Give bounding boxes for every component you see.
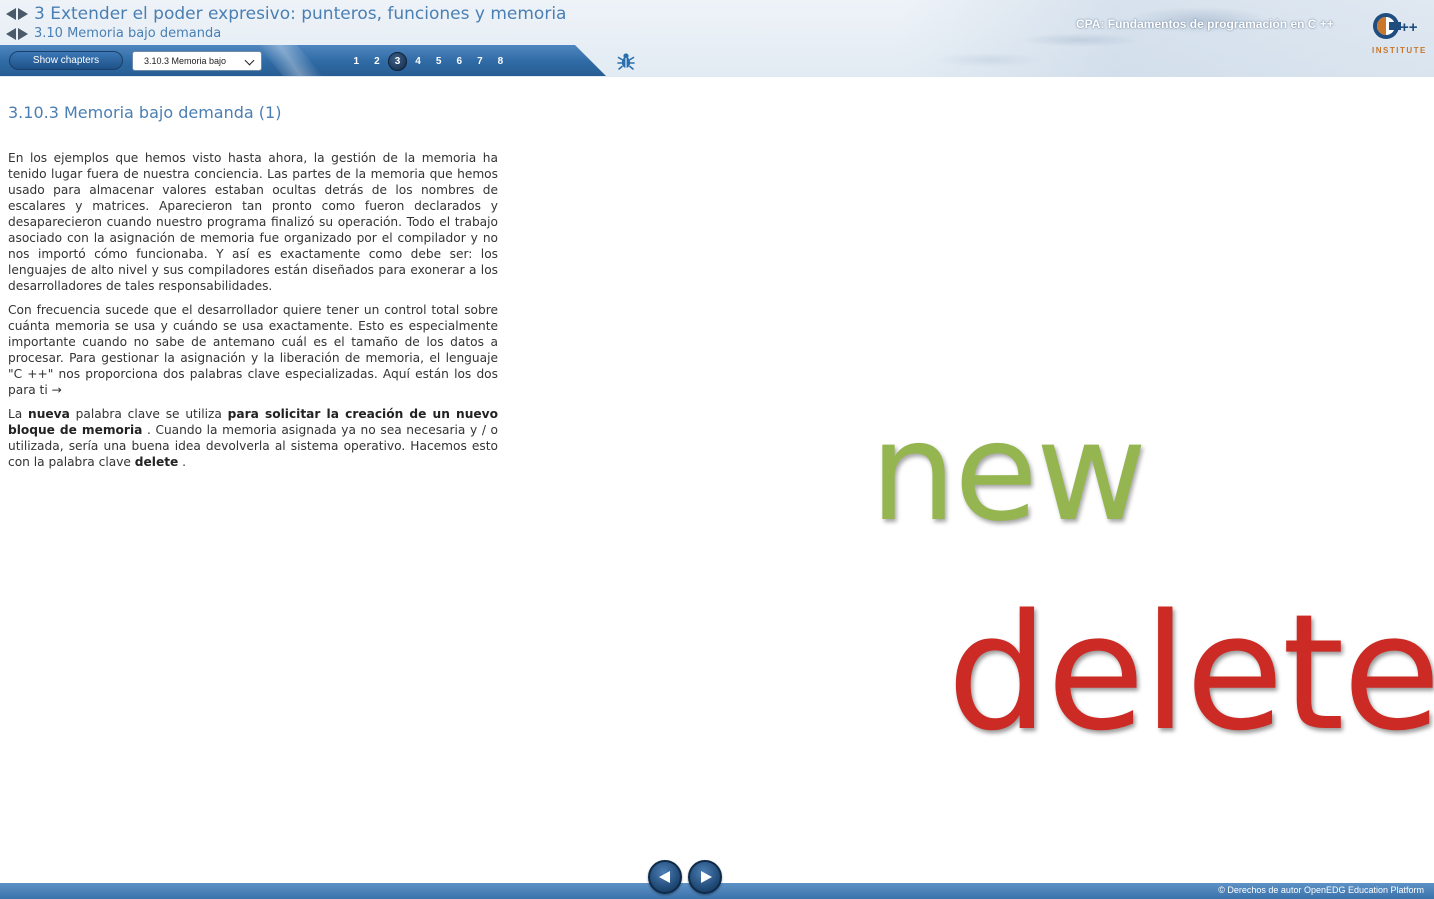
text-span: palabra clave se utiliza xyxy=(69,407,228,421)
page-number-label: 7 xyxy=(477,55,483,67)
page-numbers: 1 234 5 6 7 8 xyxy=(346,51,511,71)
show-chapters-button[interactable]: Show chapters xyxy=(9,51,123,70)
section-title: 3.10 Memoria bajo demanda xyxy=(34,26,222,41)
page-number-label: 2 xyxy=(374,55,380,67)
page-number-8[interactable]: 8 xyxy=(490,52,511,70)
next-page-button[interactable] xyxy=(688,860,722,894)
page-number-2[interactable]: 2 xyxy=(367,52,388,70)
next-arrow-icon xyxy=(701,871,712,883)
logo-text: INSTITUTE xyxy=(1372,46,1427,55)
page-number-7[interactable]: 7 xyxy=(470,52,491,70)
toolbar: Show chapters 3.10.3 Memoria bajo 1 234 5 6… xyxy=(0,45,606,76)
keyword-delete: delete xyxy=(134,455,179,469)
page-number-4[interactable]: 4 xyxy=(408,52,429,70)
page-number-label: 4 xyxy=(415,55,421,67)
copyright-notice: © Derechos de autor OpenEDG Education Pl… xyxy=(1218,885,1424,895)
next-chapter-icon[interactable] xyxy=(18,8,28,20)
page-number-6[interactable]: 6 xyxy=(449,52,470,70)
page-number-label: 5 xyxy=(435,55,442,67)
toolbar-sheen xyxy=(256,45,324,76)
chapter-nav: 3 Extender el poder expresivo: punteros,… xyxy=(6,4,566,24)
page-title: 3.10.3 Memoria bajo demanda (1) xyxy=(8,103,282,122)
page-number-label: 1 xyxy=(353,55,360,67)
section-select[interactable]: 3.10.3 Memoria bajo xyxy=(132,51,262,71)
keyword-delete-graphic: delete xyxy=(947,579,1434,766)
keyword-nueva: nueva xyxy=(28,407,70,421)
page-number-3[interactable]: 3 xyxy=(387,51,408,71)
keyword-new-graphic: new xyxy=(870,394,1147,552)
page-number-5[interactable]: 5 xyxy=(428,52,449,70)
paragraph-2: Con frecuencia sucede que el desarrollad… xyxy=(8,303,498,397)
text-span: La xyxy=(8,407,29,421)
chapter-title: 3 Extender el poder expresivo: punteros,… xyxy=(34,4,567,24)
page-number-label: 8 xyxy=(497,55,504,67)
paragraph-3: La nueva palabra clave se utiliza para s… xyxy=(8,406,498,470)
course-brand-title: CPA: Fundamentos de programación en C ++ xyxy=(1076,17,1334,31)
prev-arrow-icon xyxy=(658,871,670,883)
header-background-photo xyxy=(900,0,1434,77)
header: 3 Extender el poder expresivo: punteros,… xyxy=(0,0,1434,77)
section-select-value: 3.10.3 Memoria bajo xyxy=(144,56,227,66)
prev-section-icon[interactable] xyxy=(6,27,16,40)
chevron-down-icon xyxy=(244,55,255,66)
prev-chapter-icon[interactable] xyxy=(6,8,16,20)
lesson-text: En los ejemplos que hemos visto hasta ah… xyxy=(8,150,498,478)
page-number-label: 3 xyxy=(387,51,407,71)
text-span: . xyxy=(178,455,187,469)
page-number-label: 6 xyxy=(456,55,463,67)
paragraph-1: En los ejemplos que hemos visto hasta ah… xyxy=(8,151,498,293)
page-number-1[interactable]: 1 xyxy=(346,52,367,70)
svg-text:++: ++ xyxy=(1400,19,1418,36)
section-nav: 3.10 Memoria bajo demanda xyxy=(6,26,221,41)
next-section-icon[interactable] xyxy=(18,27,28,40)
bug-icon[interactable] xyxy=(616,51,636,71)
previous-page-button[interactable] xyxy=(648,860,682,894)
